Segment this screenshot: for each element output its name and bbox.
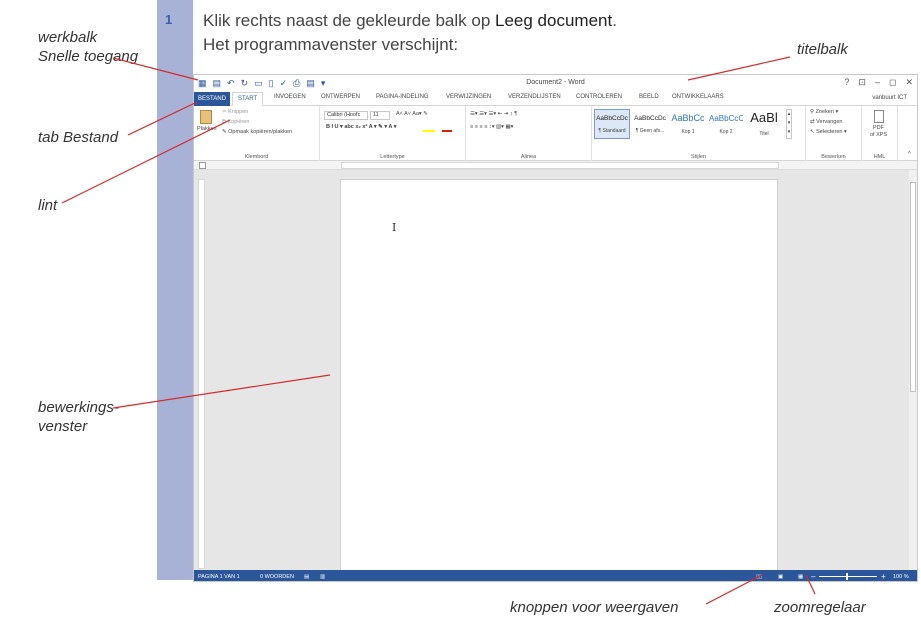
styles-gallery-scroll[interactable]: ▴ ▾ ▾ [786,109,792,139]
group-editing: ⚲ Zoeken ▾ ⇄ Vervangen ↖ Selecteren ▾ Be… [806,106,862,161]
ribbon: Plakken ✂ Knippen ⧉ Kopiëren ✎ Opmaak ko… [194,106,917,161]
help-button[interactable]: ? [844,77,849,88]
callout-ribbon: lint [38,197,58,214]
vertical-scrollbar[interactable] [909,170,917,570]
horizontal-ruler[interactable] [341,162,779,169]
step-sideband [157,0,193,580]
instruction-line-2: Het programmavenster verschijnt: [203,35,459,54]
callout-file-tab: tab Bestand [38,129,119,146]
replace-button[interactable]: ⇄ Vervangen [810,119,842,125]
title-bar: ▦ ▤ ↶ ↻ ▭ ▯ ✓ ⎙ ▤ ▾ Document2 - Word ? ⊡… [194,75,917,92]
group-styles: AaBbCcDc ¶ Standaard AaBbCcDc ¶ Geen afs..… [592,106,806,161]
maximize-button[interactable]: ◻ [889,77,896,88]
cut-button[interactable]: ✂ Knippen [222,109,248,115]
proofing-icon[interactable]: ▤ [304,574,309,580]
close-button[interactable]: ✕ [905,77,913,88]
list-buttons[interactable]: ☰▾ ☰▾ ☰▾ ⇤ ⇥ ↕ ¶ [470,111,517,117]
tab-mailings[interactable]: VERZENDLIJSTEN [508,94,561,100]
scroll-thumb[interactable] [910,182,916,392]
horizontal-ruler-bar [194,161,917,170]
group-pdf: PDF of XPS HML [862,106,898,161]
editing-area[interactable]: I [194,170,917,579]
word-window: ▦ ▤ ↶ ↻ ▭ ▯ ✓ ⎙ ▤ ▾ Document2 - Word ? ⊡… [193,74,918,582]
tab-file[interactable]: BESTAND [194,92,230,106]
paste-button[interactable]: Plakken [197,126,217,132]
group-clipboard: Plakken ✂ Knippen ⧉ Kopiëren ✎ Opmaak ko… [194,106,320,161]
copy-button[interactable]: ⧉ Kopiëren [222,119,250,126]
tab-references[interactable]: VERWIJZINGEN [446,94,491,100]
group-name-styles: Stijlen [691,154,706,160]
print-layout-button[interactable]: ▣ [778,574,783,580]
pdf-label[interactable]: PDF [873,125,884,131]
xps-label[interactable]: of XPS [870,132,887,138]
tab-developer[interactable]: ONTWIKKELAARS [672,94,724,100]
tab-design[interactable]: ONTWERPEN [321,94,360,100]
style-heading-2[interactable]: AaBbCcC Kop 2 [708,109,744,139]
page-count[interactable]: PAGINA 1 VAN 1 [198,574,240,580]
zoom-in-button[interactable]: + [881,572,886,581]
paste-icon[interactable] [200,110,212,124]
zoom-track[interactable] [819,576,877,577]
highlight-color-bar [423,130,435,132]
tab-page-layout[interactable]: PAGINA-INDELING [376,94,429,100]
callout-title-bar: titelbalk [797,41,848,58]
select-button[interactable]: ↖ Selecteren ▾ [810,129,847,135]
ribbon-tabs: BESTAND START INVOEGEN ONTWERPEN PAGINA-… [194,92,917,106]
window-controls: ? ⊡ – ◻ ✕ [844,77,913,88]
font-color-bar [442,130,452,132]
web-layout-button[interactable]: ▦ [798,574,803,580]
collapse-ribbon-icon[interactable]: ˄ [908,150,911,156]
group-name-paragraph: Alinea [520,154,537,160]
alignment-buttons[interactable]: ≡ ≡ ≡ ≡ ↕▾ ▨▾ ▦▾ [470,124,513,130]
style-heading-1[interactable]: AaBbCc Kop 1 [670,109,706,139]
tab-view[interactable]: BEELD [639,94,659,100]
instruction-bold: Leeg document [495,11,613,30]
style-standard[interactable]: AaBbCcDc ¶ Standaard [594,109,630,139]
style-title[interactable]: AaBl Titel [746,109,782,139]
callout-editing-window: bewerkings-venster [38,399,119,435]
tab-start[interactable]: START [232,92,264,106]
tab-review[interactable]: CONTROLEREN [576,94,622,100]
document-title: Document2 - Word [526,79,585,86]
font-name-select[interactable]: Calibri (Hoofc [324,111,368,120]
tab-selector-icon[interactable] [199,162,206,169]
font-size-select[interactable]: 11 [370,111,390,120]
callout-zoom-slider: zoomregelaar [774,599,866,616]
format-painter-button[interactable]: ✎ Opmaak kopiëren/plakken [222,129,292,135]
macro-icon[interactable]: ▥ [320,574,325,580]
group-name-clipboard: Klembord [244,154,269,160]
group-font: Calibri (Hoofc 11 A˄ A˅ Aa▾ ✎ B I U ▾ ab… [320,106,466,161]
tab-insert[interactable]: INVOEGEN [274,94,306,100]
callout-qat: werkbalk Snelle toegang [38,29,139,65]
step-number: 1 [165,12,173,27]
find-button[interactable]: ⚲ Zoeken ▾ [810,109,838,115]
read-mode-button[interactable]: ▯▯ [756,574,762,580]
word-count[interactable]: 0 WOORDEN [260,574,294,580]
group-name-font: Lettertype [380,154,405,160]
style-no-spacing[interactable]: AaBbCcDc ¶ Geen afs... [632,109,668,139]
group-name-pdf: HML [873,154,886,160]
vertical-ruler[interactable] [198,179,205,569]
text-cursor-icon: I [392,221,397,234]
font-format-buttons[interactable]: B I U ▾ abc x₂ x² A ▾ ✎ ▾ A ▾ [326,124,396,130]
zoom-knob[interactable] [846,573,848,580]
group-name-editing: Bewerken [821,154,846,160]
ribbon-display-button[interactable]: ⊡ [858,77,866,88]
minimize-button[interactable]: – [875,77,880,88]
pdf-icon[interactable] [874,110,884,123]
user-name[interactable]: vanbuurt ICT [872,95,907,101]
document-page[interactable]: I [340,179,778,579]
font-grow-icons[interactable]: A˄ A˅ Aa▾ ✎ [396,111,428,117]
status-bar: PAGINA 1 VAN 1 0 WOORDEN ▤ ▥ ▯▯ ▣ ▦ – + … [194,570,917,581]
zoom-level[interactable]: 100 % [893,574,909,580]
callout-view-buttons: knoppen voor weergaven [510,599,679,616]
instruction-line-1: Klik rechts naast de gekleurde balk op L… [203,11,617,30]
zoom-out-button[interactable]: – [811,572,815,581]
group-paragraph: ☰▾ ☰▾ ☰▾ ⇤ ⇥ ↕ ¶ ≡ ≡ ≡ ≡ ↕▾ ▨▾ ▦▾ Alinea [466,106,592,161]
